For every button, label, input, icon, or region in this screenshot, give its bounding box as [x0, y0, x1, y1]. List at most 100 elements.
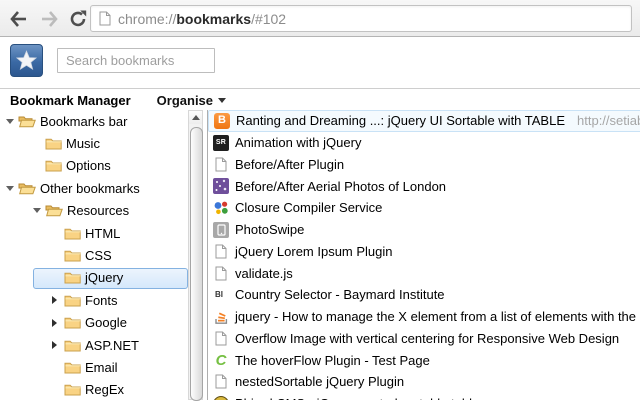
tree-item-regex[interactable]: RegEx: [0, 379, 188, 400]
bookmark-row[interactable]: Before/After Plugin: [208, 154, 640, 176]
reload-button[interactable]: [66, 7, 90, 31]
tree-item-jquery-selected[interactable]: jQuery: [0, 267, 188, 289]
tree-item-label: Bookmarks bar: [40, 113, 128, 129]
star-icon: [15, 50, 38, 70]
tree-item-label: Resources: [67, 203, 130, 219]
tree-item-label: Options: [66, 158, 111, 174]
bookmark-list: B Ranting and Dreaming ...: jQuery UI So…: [208, 110, 640, 400]
folder-closed-icon: [64, 316, 81, 329]
scroll-up-button[interactable]: [189, 111, 202, 124]
bookmark-title: Before/After Aerial Photos of London: [235, 178, 447, 194]
bookmark-title: Closure Compiler Service: [235, 200, 383, 216]
page-icon: [213, 330, 229, 346]
blogger-icon: B: [214, 112, 230, 129]
bookmark-row[interactable]: jquery - How to manage the X element fro…: [208, 306, 640, 328]
bookmark-title: Overflow Image with vertical centering f…: [235, 330, 620, 346]
chevron-expanded-icon[interactable]: [6, 118, 18, 124]
bookmark-row[interactable]: C The hoverFlow Plugin - Test Page: [208, 349, 640, 371]
tree-scrollbar[interactable]: [188, 110, 203, 401]
hoverflow-icon: C: [215, 351, 227, 369]
url-text: chrome://bookmarks/#102: [118, 11, 286, 27]
organise-label: Organise: [156, 92, 214, 108]
tree-item-label: Fonts: [85, 292, 118, 308]
page-icon: [213, 374, 229, 390]
bookmark-row[interactable]: Before/After Aerial Photos of London: [208, 175, 640, 197]
folder-closed-icon: [64, 249, 81, 262]
url-host: bookmarks: [176, 10, 252, 27]
bookmark-row[interactable]: nestedSortable jQuery Plugin: [208, 371, 640, 393]
aerial-photos-icon: [213, 178, 229, 195]
bookmark-title: The hoverFlow Plugin - Test Page: [235, 352, 430, 368]
chevron-collapsed-icon[interactable]: [52, 318, 64, 327]
bookmark-title: PhotoSwipe: [235, 222, 305, 238]
bookmark-title: Ranting and Dreaming ...: jQuery UI Sort…: [236, 113, 566, 129]
tree-item-aspnet[interactable]: ASP.NET: [0, 334, 188, 356]
folder-closed-icon: [64, 361, 81, 374]
tree-item-fonts[interactable]: Fonts: [0, 289, 188, 311]
scroll-up-icon: [191, 115, 200, 120]
browser-toolbar: chrome://bookmarks/#102: [0, 0, 640, 37]
tree-item-html[interactable]: HTML: [0, 222, 188, 244]
tree-item-css[interactable]: CSS: [0, 244, 188, 266]
tree-item-label: jQuery: [85, 270, 124, 286]
baymard-icon: BI: [215, 289, 223, 299]
url-path: /#102: [251, 10, 287, 27]
back-arrow-icon: [10, 11, 26, 27]
folder-closed-icon: [45, 137, 62, 150]
bookmark-row[interactable]: BI Country Selector - Baymard Institute: [208, 284, 640, 306]
bookmark-row[interactable]: Closure Compiler Service: [208, 197, 640, 219]
tree-item-label: ASP.NET: [85, 337, 139, 353]
manager-header: Bookmark Manager Organise: [10, 90, 227, 110]
folder-closed-icon: [64, 227, 81, 240]
chevron-down-icon: [218, 98, 227, 103]
folder-closed-icon: [64, 271, 81, 284]
photoswipe-icon: [213, 221, 229, 238]
tree-item-options[interactable]: Options: [0, 155, 188, 177]
tree-item-label: Email: [85, 359, 118, 375]
bookmark-row[interactable]: B Ranting and Dreaming ...: jQuery UI So…: [208, 110, 640, 132]
folder-closed-icon: [64, 339, 81, 352]
tree-item-label: Google: [85, 315, 127, 331]
header-divider: [0, 88, 640, 89]
page-icon: [213, 156, 229, 172]
back-button[interactable]: [7, 7, 31, 31]
bookmark-row[interactable]: validate.js: [208, 262, 640, 284]
forward-button[interactable]: [37, 7, 61, 31]
tree-item-resources[interactable]: Resources: [0, 200, 188, 222]
tree-item-email[interactable]: Email: [0, 356, 188, 378]
chevron-expanded-icon[interactable]: [6, 185, 18, 191]
page-title: Bookmark Manager: [10, 92, 131, 108]
sr-favicon-icon: SR: [213, 134, 229, 151]
bookmark-row[interactable]: Overflow Image with vertical centering f…: [208, 328, 640, 350]
bookmark-row[interactable]: SR Animation with jQuery: [208, 132, 640, 154]
bookmark-url: http://setiabud.b: [577, 113, 640, 129]
stackoverflow-icon: [213, 309, 229, 325]
tree-item-music[interactable]: Music: [0, 132, 188, 154]
search-input[interactable]: [57, 48, 215, 73]
page-favicon-icon: [99, 11, 111, 26]
bookmark-row[interactable]: jQuery Lorem Ipsum Plugin: [208, 241, 640, 263]
bookmark-row[interactable]: PhotoSwipe: [208, 219, 640, 241]
tree-item-label: Other bookmarks: [40, 180, 140, 196]
bookmark-title: Before/After Plugin: [235, 156, 345, 172]
folder-closed-icon: [45, 159, 62, 172]
bookmarks-logo: [10, 44, 43, 77]
closure-compiler-icon: [213, 200, 229, 216]
chevron-collapsed-icon[interactable]: [52, 341, 64, 350]
bookmark-row[interactable]: Phired CMS - jQuery nested sortable tabl…: [208, 393, 640, 400]
url-scheme: chrome://: [118, 10, 177, 27]
tree-item-label: HTML: [85, 225, 121, 241]
tree-item-google[interactable]: Google: [0, 312, 188, 334]
chevron-collapsed-icon[interactable]: [52, 296, 64, 305]
tree-item-label: Music: [66, 136, 100, 152]
chevron-expanded-icon[interactable]: [33, 208, 45, 214]
tree-item-bookmarks-bar[interactable]: Bookmarks bar: [0, 110, 188, 132]
scrollbar-thumb[interactable]: [190, 127, 203, 401]
bookmark-title: Animation with jQuery: [235, 135, 362, 151]
bookmark-title: nestedSortable jQuery Plugin: [235, 374, 405, 390]
tree-item-other-bookmarks[interactable]: Other bookmarks: [0, 177, 188, 199]
address-bar[interactable]: chrome://bookmarks/#102: [90, 5, 632, 32]
folder-open-icon: [18, 182, 36, 195]
folder-tree: Bookmarks bar Music Options Other bookma…: [0, 110, 188, 400]
organise-menu-button[interactable]: Organise: [156, 92, 227, 108]
